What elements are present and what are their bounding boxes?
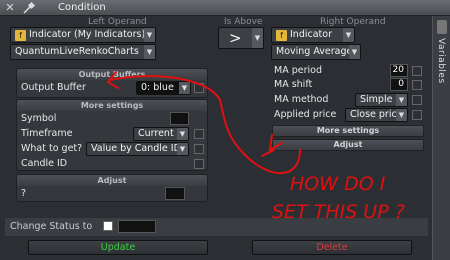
ma-shift-input[interactable]: 0 <box>390 78 408 91</box>
adjust-button[interactable]: Adjust <box>272 139 424 151</box>
output-buffer-value: 0: blue <box>141 82 174 93</box>
right-indicator-value: Moving Average <box>276 46 353 57</box>
chevron-down-icon: ▼ <box>396 109 407 121</box>
window-title: Condition <box>58 2 106 13</box>
output-buffer-label: Output Buffer <box>21 82 86 93</box>
applied-price-label: Applied price <box>274 109 337 120</box>
what-to-get-checkbox[interactable] <box>194 144 204 154</box>
candle-id-checkbox[interactable] <box>194 159 204 169</box>
variables-tab[interactable]: Variables <box>432 16 450 260</box>
close-icon[interactable]: ✕ <box>4 2 16 14</box>
ma-shift-label: MA shift <box>274 79 313 90</box>
applied-price-checkbox[interactable] <box>412 110 422 120</box>
operator-value: > <box>229 29 242 47</box>
right-type-select[interactable]: f Indicator ▼ <box>271 27 355 43</box>
what-to-get-value: Value by Candle ID <box>91 143 181 154</box>
chevron-down-icon: ▼ <box>349 45 360 59</box>
ma-shift-checkbox[interactable] <box>412 80 422 90</box>
ma-method-checkbox[interactable] <box>412 95 422 105</box>
applied-price-value: Close price <box>350 109 403 120</box>
change-status-label: Change Status to <box>10 221 93 232</box>
chevron-down-icon: ▼ <box>144 45 155 59</box>
ma-method-label: MA method <box>274 94 329 105</box>
ma-period-input[interactable]: 20 <box>390 64 408 77</box>
operator-select[interactable]: > ▼ <box>218 27 264 49</box>
change-status-input[interactable] <box>118 220 156 233</box>
chevron-down-icon: ▼ <box>179 82 190 94</box>
update-button[interactable]: Update <box>28 240 208 255</box>
title-bar: ✕ Condition <box>0 0 450 16</box>
output-buffer-checkbox[interactable] <box>194 83 204 93</box>
chevron-down-icon: ▼ <box>343 28 354 42</box>
ma-period-checkbox[interactable] <box>412 66 422 76</box>
pin-icon[interactable] <box>22 1 36 15</box>
more-settings-button[interactable]: More settings <box>272 125 424 137</box>
symbol-input[interactable] <box>170 112 189 125</box>
timeframe-label: Timeframe <box>21 128 73 139</box>
ma-period-label: MA period <box>274 65 322 76</box>
right-type-value: Indicator <box>290 29 332 40</box>
chevron-down-icon: ▼ <box>144 28 155 42</box>
left-type-select[interactable]: f Indicator (My Indicators) ▼ <box>10 27 156 43</box>
right-operand-header: Right Operand <box>320 17 386 27</box>
right-indicator-select[interactable]: Moving Average ▼ <box>271 44 361 60</box>
change-status-checkbox[interactable] <box>103 221 113 231</box>
scroll-thumb[interactable] <box>437 20 447 34</box>
left-type-value: Indicator (My Indicators) <box>29 29 146 40</box>
timeframe-value: Current <box>138 128 174 139</box>
symbol-label: Symbol <box>21 113 57 124</box>
chevron-down-icon: ▼ <box>252 28 263 48</box>
variables-tab-label: Variables <box>436 38 446 84</box>
ma-method-value: Simple <box>360 94 393 105</box>
output-buffers-header: Output Buffers <box>17 69 207 80</box>
adjust-value: ? <box>21 188 27 199</box>
left-indicator-value: QuantumLiveRenkoCharts <box>15 46 139 57</box>
output-buffer-select[interactable]: 0: blue ▼ <box>136 81 191 95</box>
ma-method-select[interactable]: Simple ▼ <box>355 93 408 107</box>
adjust-input[interactable] <box>165 187 185 200</box>
left-operand-header: Left Operand <box>88 17 147 27</box>
left-indicator-select[interactable]: QuantumLiveRenkoCharts ▼ <box>10 44 156 60</box>
delete-button[interactable]: Delete <box>252 240 412 255</box>
ma-period-value: 20 <box>392 65 404 75</box>
timeframe-select[interactable]: Current ▼ <box>133 127 189 141</box>
timeframe-checkbox[interactable] <box>194 129 204 139</box>
chevron-down-icon: ▼ <box>177 143 188 155</box>
more-settings-header: More settings <box>17 100 207 111</box>
applied-price-select[interactable]: Close price ▼ <box>345 108 408 122</box>
ma-shift-value: 0 <box>398 79 404 89</box>
indicator-icon: f <box>15 30 26 41</box>
candle-id-label: Candle ID <box>21 158 68 169</box>
chevron-down-icon: ▼ <box>177 128 188 140</box>
chevron-down-icon: ▼ <box>396 94 407 106</box>
what-to-get-select[interactable]: Value by Candle ID ▼ <box>86 142 189 156</box>
adjust-header: Adjust <box>17 175 207 186</box>
what-to-get-label: What to get? <box>21 143 83 154</box>
indicator-icon: f <box>276 30 287 41</box>
operator-header: Is Above <box>224 17 263 27</box>
